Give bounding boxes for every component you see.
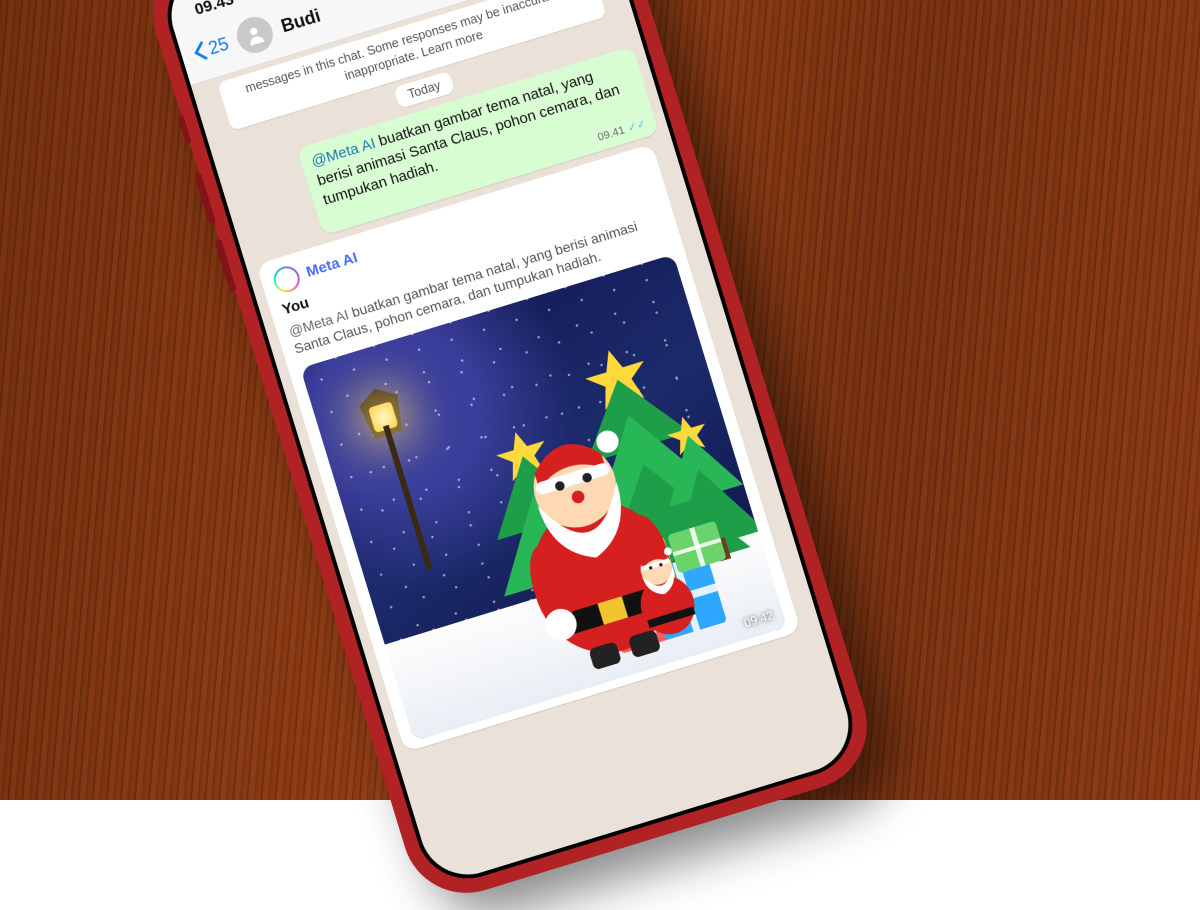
meta-ai-icon	[271, 263, 303, 295]
read-ticks-icon: ✓✓	[626, 116, 648, 136]
person-icon	[241, 21, 268, 48]
back-button[interactable]: 25	[190, 33, 231, 65]
contact-avatar[interactable]	[232, 12, 277, 57]
message-time: 09.41	[596, 123, 627, 145]
unread-count: 25	[206, 33, 231, 59]
ai-sender-name: Meta AI	[304, 248, 360, 283]
